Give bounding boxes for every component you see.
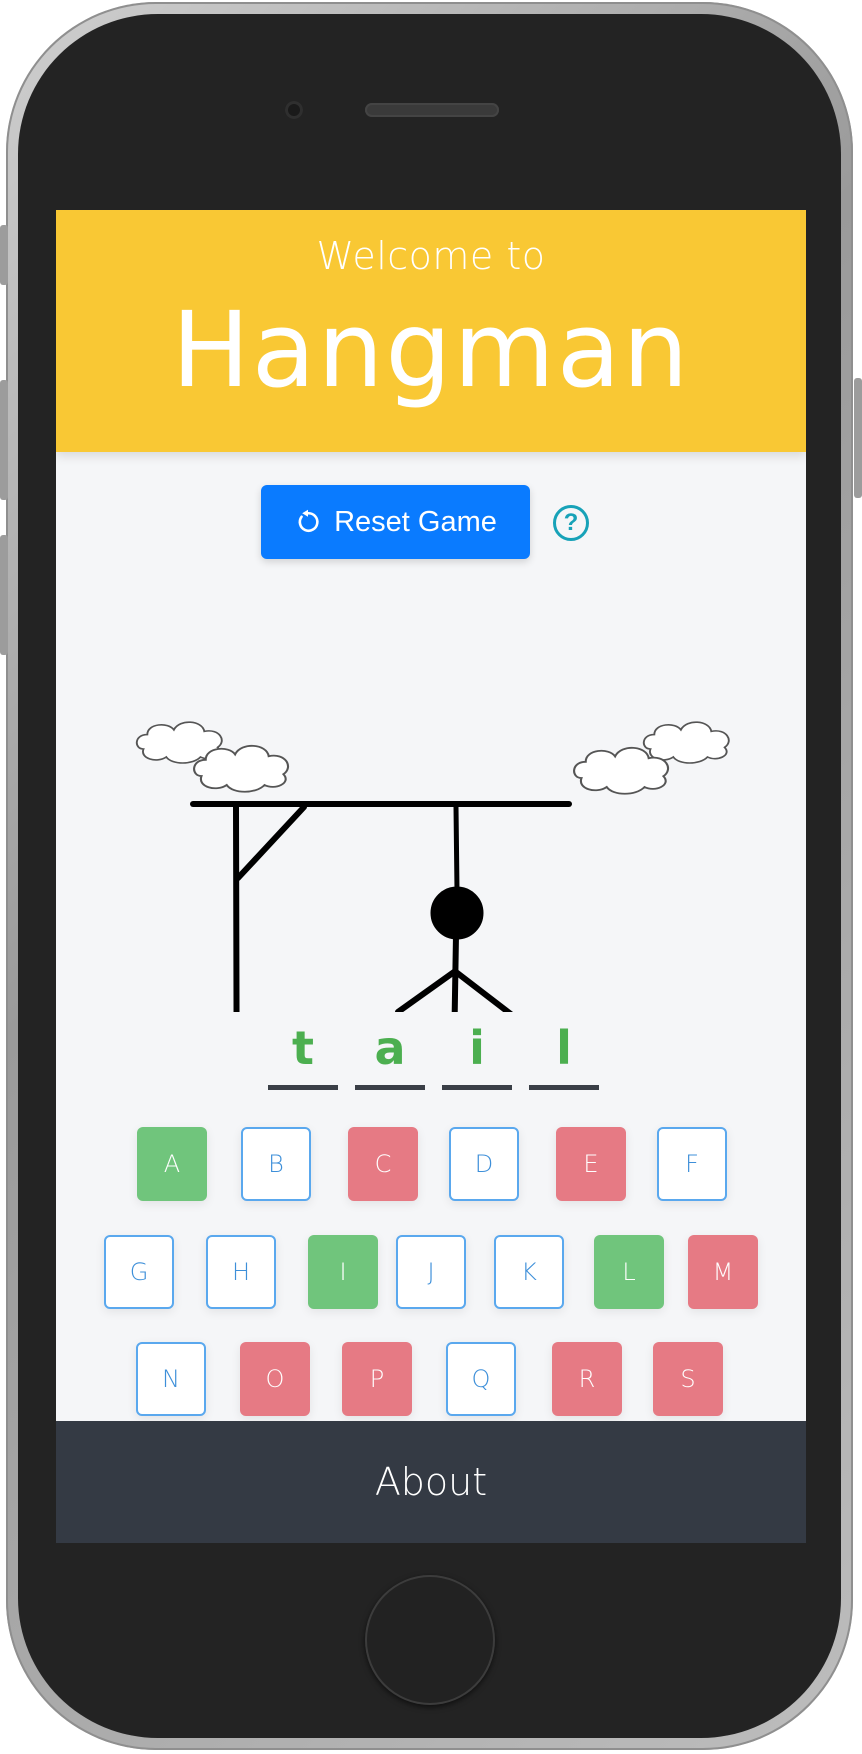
letter-key-f[interactable]: F [657,1127,727,1201]
welcome-text: Welcome to [316,234,546,278]
word-letter: a [374,1021,406,1075]
word-letter: i [469,1021,485,1075]
word-letter: t [292,1021,314,1075]
earpiece-speaker [365,103,499,117]
letter-key-a[interactable]: A [137,1127,207,1201]
front-camera [285,101,303,119]
letter-key-o[interactable]: O [240,1342,310,1416]
word-letter-slot: l [529,1018,599,1090]
reset-game-button[interactable]: Reset Game [261,485,530,559]
letter-key-d[interactable]: D [449,1127,519,1201]
cloud-icon [193,744,290,793]
power-button [854,378,862,498]
word-display: t a i l [56,1018,806,1090]
letter-key-m[interactable]: M [688,1235,758,1309]
letter-key-n[interactable]: N [136,1342,206,1416]
volume-up-button [0,380,8,500]
app-screen: Welcome to Hangman Reset Game ? t a i l … [56,210,806,1543]
about-link[interactable]: About [56,1421,806,1543]
word-letter: l [556,1021,572,1075]
letter-key-s[interactable]: S [653,1342,723,1416]
letter-key-k[interactable]: K [494,1235,564,1309]
word-letter-slot: a [355,1018,425,1090]
word-letter-slot: t [268,1018,338,1090]
mute-switch [0,225,8,285]
header: Welcome to Hangman [56,210,806,452]
question-circle-icon: ? [563,509,579,536]
letter-key-l[interactable]: L [594,1235,664,1309]
refresh-icon [298,509,319,532]
letter-key-c[interactable]: C [348,1127,418,1201]
letter-key-j[interactable]: J [396,1235,466,1309]
cloud-icon [642,721,730,764]
letter-key-p[interactable]: P [342,1342,412,1416]
about-label: About [374,1460,488,1504]
letter-key-r[interactable]: R [552,1342,622,1416]
word-letter-slot: i [442,1018,512,1090]
letter-key-g[interactable]: G [104,1235,174,1309]
letter-key-h[interactable]: H [206,1235,276,1309]
home-button[interactable] [365,1575,495,1705]
letter-key-e[interactable]: E [556,1127,626,1201]
app-title: Hangman [171,289,691,411]
volume-down-button [0,535,8,655]
letter-key-b[interactable]: B [241,1127,311,1201]
letter-key-q[interactable]: Q [446,1342,516,1416]
letter-key-i[interactable]: I [308,1235,378,1309]
reset-game-label: Reset Game [334,505,497,538]
help-button[interactable]: ? [553,505,589,541]
